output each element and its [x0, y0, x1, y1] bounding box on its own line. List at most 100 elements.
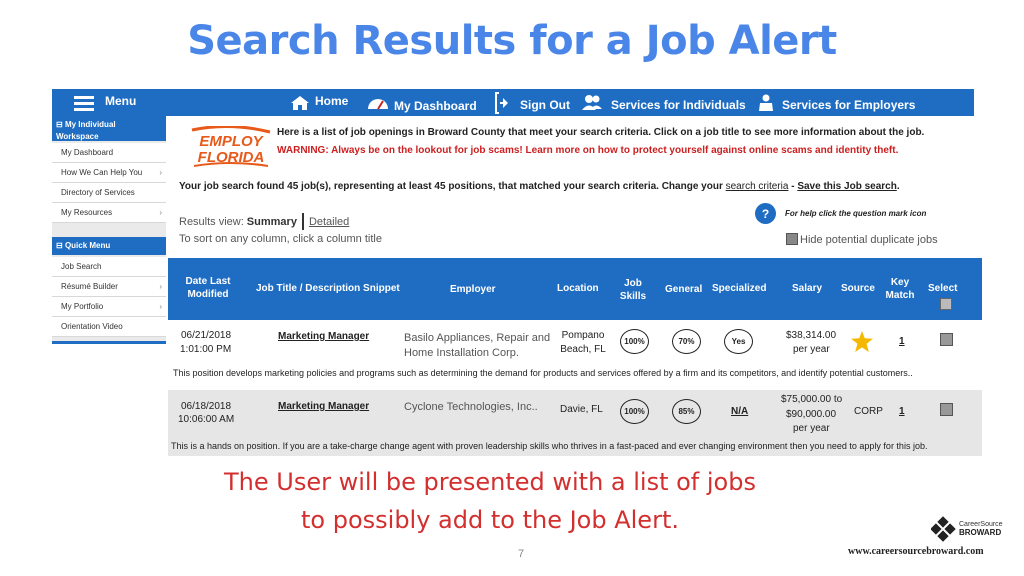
- sidebar-item-label: My Portfolio: [61, 302, 104, 311]
- job-skills-badge: 100%: [620, 399, 649, 424]
- results-view-label: Results view:: [179, 215, 244, 228]
- col-general[interactable]: General: [665, 283, 702, 296]
- row-time: 10:06:00 AM: [178, 414, 235, 425]
- row-date: 06/21/2018: [181, 330, 232, 341]
- sidebar-quickmenu-header-label: Quick Menu: [64, 241, 111, 250]
- col-date-last-modified[interactable]: Date Last Modified: [178, 275, 238, 301]
- results-summary: Your job search found 45 job(s), represe…: [179, 181, 900, 192]
- search-criteria-link[interactable]: search criteria: [726, 181, 789, 192]
- hide-duplicates-checkbox[interactable]: [786, 233, 798, 245]
- nav-dashboard-label: My Dashboard: [394, 98, 477, 113]
- briefcase-user-icon: [759, 94, 773, 111]
- chevron-right-icon: ›: [159, 168, 162, 177]
- job-description-snippet: This position develops marketing policie…: [168, 362, 982, 384]
- results-summary-text: Your job search found 45 job(s), represe…: [179, 181, 723, 192]
- col-location[interactable]: Location: [557, 282, 599, 295]
- home-icon: [291, 95, 309, 110]
- scam-warning-link[interactable]: WARNING: Always be on the lookout for jo…: [277, 145, 898, 156]
- hide-duplicates-label: Hide potential duplicate jobs: [800, 234, 938, 246]
- sidebar-item-orientation-video[interactable]: Orientation Video: [52, 317, 166, 337]
- sidebar-item-label: Directory of Services: [61, 188, 135, 197]
- sidebar-item-label: Résumé Builder: [61, 282, 118, 291]
- select-checkbox[interactable]: [940, 403, 953, 416]
- job-title-link[interactable]: Marketing Manager: [278, 330, 369, 344]
- sidebar-item-dashboard[interactable]: My Dashboard: [52, 143, 166, 163]
- sort-hint: To sort on any column, click a column ti…: [179, 233, 382, 245]
- job-skills-badge: 100%: [620, 329, 649, 354]
- col-employer[interactable]: Employer: [450, 283, 496, 296]
- sidebar-item-job-search[interactable]: Job Search: [52, 257, 166, 277]
- caption-line-2: to possibly add to the Job Alert.: [301, 506, 679, 534]
- row-employer: Basilo Appliances, Repair and Home Insta…: [404, 332, 551, 359]
- sidebar-workspace-header[interactable]: ⊟ My Individual Workspace: [52, 116, 166, 141]
- row-salary: $75,000.00 to: [781, 394, 843, 405]
- sidebar-item-directory[interactable]: Directory of Services: [52, 183, 166, 203]
- question-mark-icon[interactable]: ?: [755, 203, 776, 224]
- row-salary-max: $90,000.00: [786, 409, 837, 420]
- intro-text: Here is a list of job openings in Browar…: [277, 127, 925, 138]
- row-time: 1:01:00 PM: [180, 344, 232, 355]
- nav-home-label: Home: [315, 93, 349, 108]
- page-number: 7: [518, 548, 525, 560]
- row-employer: Cyclone Technologies, Inc..: [404, 401, 538, 413]
- nav-dashboard[interactable]: My Dashboard: [367, 89, 477, 116]
- key-match-link[interactable]: 1: [899, 335, 905, 349]
- sidebar-item-label: Orientation Video: [61, 322, 123, 331]
- menu-label: Menu: [105, 93, 137, 108]
- row-salary-period: per year: [793, 423, 830, 434]
- star-icon: [851, 331, 873, 352]
- sidebar-item-label: How We Can Help You: [61, 168, 143, 177]
- nav-signout[interactable]: Sign Out: [495, 89, 570, 116]
- col-salary[interactable]: Salary: [792, 282, 822, 295]
- row-salary: $38,314.00: [786, 330, 837, 341]
- sidebar: ⊟ My Individual Workspace My Dashboard H…: [52, 116, 166, 344]
- specialized-value: N/A: [731, 406, 749, 417]
- row-location: Davie, FL: [560, 404, 603, 415]
- job-title-link[interactable]: Marketing Manager: [278, 400, 369, 414]
- col-source[interactable]: Source: [841, 282, 875, 295]
- sidebar-quickmenu-header[interactable]: ⊟ Quick Menu: [52, 237, 166, 255]
- col-select[interactable]: Select: [928, 282, 957, 295]
- chevron-right-icon: ›: [159, 208, 162, 217]
- logo-line1: EMPLOY: [199, 133, 264, 150]
- row-salary-period: per year: [793, 344, 830, 355]
- key-match-link[interactable]: 1: [899, 405, 905, 419]
- sidebar-item-how-we-help[interactable]: How We Can Help You ›: [52, 163, 166, 183]
- sidebar-item-resume-builder[interactable]: Résumé Builder ›: [52, 277, 166, 297]
- nav-services-individuals-label: Services for Individuals: [611, 97, 746, 112]
- sidebar-item-portfolio[interactable]: My Portfolio ›: [52, 297, 166, 317]
- select-all-checkbox[interactable]: [940, 298, 952, 310]
- careersource-broward-logo: CareerSource BROWARD: [931, 516, 1003, 542]
- col-specialized[interactable]: Specialized: [712, 282, 766, 295]
- top-nav: Menu Home My Dashboard Sign Out Services…: [52, 89, 974, 116]
- row-date: 06/18/2018: [181, 401, 232, 412]
- save-search-link[interactable]: Save this Job search: [797, 181, 897, 192]
- col-job-skills[interactable]: Job Skills: [619, 277, 647, 303]
- nav-home[interactable]: Home: [290, 89, 348, 116]
- chevron-right-icon: ›: [159, 282, 162, 291]
- table-row: 06/18/2018 10:06:00 AM Marketing Manager…: [168, 390, 982, 438]
- general-badge: 70%: [672, 329, 701, 354]
- col-key-match[interactable]: Key Match: [885, 276, 915, 302]
- general-badge: 85%: [672, 399, 701, 424]
- nav-services-individuals[interactable]: Services for Individuals: [582, 89, 746, 116]
- sidebar-item-label: My Dashboard: [61, 148, 114, 157]
- nav-services-employers-label: Services for Employers: [782, 97, 916, 112]
- sign-out-icon: [495, 91, 508, 114]
- col-job-title[interactable]: Job Title / Description Snippet: [256, 282, 400, 295]
- summary-view-option[interactable]: Summary: [247, 216, 297, 228]
- select-checkbox[interactable]: [940, 333, 953, 346]
- results-view-toggle: Results view: Summary Detailed: [179, 213, 349, 230]
- sidebar-item-label: Job Search: [61, 262, 102, 271]
- dashboard-gauge-icon: [368, 98, 388, 110]
- separator: -: [788, 181, 798, 192]
- detailed-view-link[interactable]: Detailed: [309, 216, 349, 228]
- menu-button[interactable]: Menu: [74, 89, 136, 116]
- slide-title: Search Results for a Job Alert: [187, 18, 837, 64]
- row-location: Pompano Beach, FL: [560, 330, 606, 355]
- sidebar-item-label: My Resources: [61, 208, 113, 217]
- nav-services-employers[interactable]: Services for Employers: [758, 89, 915, 116]
- nav-signout-label: Sign Out: [520, 97, 570, 112]
- sidebar-item-resources[interactable]: My Resources ›: [52, 203, 166, 223]
- brand-line2: BROWARD: [959, 528, 1001, 537]
